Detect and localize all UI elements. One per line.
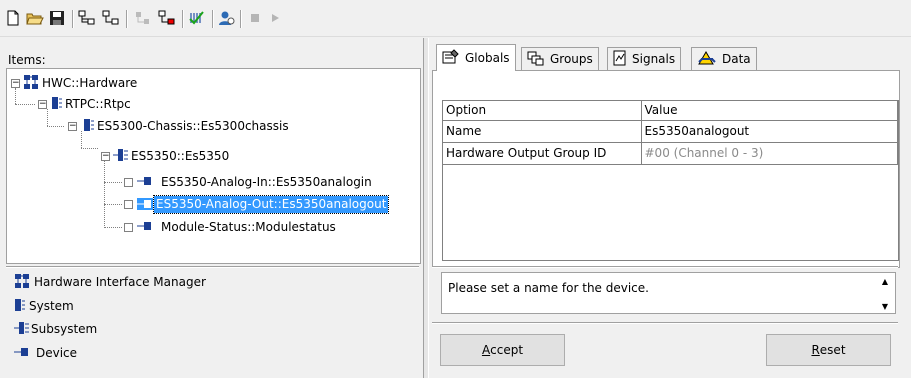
table-row[interactable]: Hardware Output Group ID #00 (Channel 0 … [443,142,898,165]
globals-icon [442,48,460,68]
toolbar [0,0,911,37]
table-row[interactable]: Name Es5350analogout [443,120,898,143]
legend-system: System [14,297,74,315]
new-icon[interactable] [2,8,24,28]
option-name-cell: Name [443,120,642,143]
tree-node-rtpc[interactable]: RTPC::Rtpc [51,95,133,113]
checkbox[interactable] [124,177,133,187]
value-name-cell[interactable]: Es5350analogout [641,120,898,143]
tree-node-module-status[interactable]: Module-Status::Modulestatus [124,218,338,236]
system-icon [14,298,26,315]
system-icon [51,96,63,113]
option-output-group-cell: Hardware Output Group ID [443,142,642,165]
collapse-toggle[interactable]: − [11,79,20,88]
legend-subsystem: Subsystem [14,320,97,338]
column-header-option: Option [443,101,642,121]
subsystem-icon [113,148,129,165]
accept-label: ccept [490,343,524,357]
open-icon[interactable] [24,8,46,28]
disabled-icon[interactable] [132,8,154,28]
data-icon [697,50,717,69]
checkbox[interactable] [124,199,133,209]
tab-groups[interactable]: Groups [521,47,599,70]
value-output-group-cell[interactable]: #00 (Channel 0 - 3) [641,142,898,165]
hardware-interface-manager-icon [14,273,30,292]
checkbox[interactable] [124,222,133,232]
divider [6,266,419,268]
user-icon[interactable] [216,8,238,28]
tab-signals[interactable]: Signals [607,47,682,70]
device-icon [137,198,153,210]
add-child-icon[interactable] [156,8,178,28]
hardware-interface-manager-icon [23,74,39,93]
collapse-toggle[interactable]: − [68,122,77,131]
column-header-value: Value [641,101,898,121]
tab-globals[interactable]: Globals [436,44,516,71]
subsystem-icon [14,321,30,338]
system-icon [83,118,95,135]
tree-node-analog-out[interactable]: ES5350-Analog-Out::Es5350analogout [124,194,390,214]
tree-node-es5350[interactable]: ES5350::Es5350 [113,147,231,165]
tree-node-analog-in[interactable]: ES5350-Analog-In::Es5350analogin [124,173,374,191]
grid-header-row: Option Value [443,101,898,121]
items-tree[interactable]: − HWC::Hardware − RTPC::Rtpc − ES5300-Ch… [6,68,421,264]
device-icon [137,220,153,234]
divider [432,266,898,268]
check-icon[interactable] [186,8,208,28]
scroll-down-icon[interactable]: ▼ [882,302,888,311]
scroll-up-icon[interactable]: ▲ [882,277,888,286]
play-icon[interactable] [264,8,286,28]
accept-mnemonic: A [481,343,491,357]
pane-splitter[interactable] [423,38,429,378]
reset-label: eset [819,343,846,357]
stop-icon[interactable] [244,8,266,28]
device-icon [137,175,153,189]
message-text: Please set a name for the device. [448,281,649,295]
legend-device: Device [14,344,77,362]
options-grid[interactable]: Option Value Name Es5350analogout Hardwa… [442,100,899,261]
accept-button[interactable]: Accept [440,334,565,366]
signals-icon [613,50,627,69]
tree-node-hwc[interactable]: HWC::Hardware [23,74,139,92]
collapse-toggle[interactable]: − [101,152,110,161]
divider [432,322,898,324]
reset-button[interactable]: Reset [766,334,891,366]
groups-icon [527,50,545,69]
add-group-icon[interactable] [76,8,98,28]
collapse-toggle[interactable]: − [38,100,47,109]
message-box: Please set a name for the device. ▲ ▼ [441,272,896,314]
add-sibling-icon[interactable] [100,8,122,28]
save-icon[interactable] [46,8,68,28]
message-scrollbar[interactable]: ▲ ▼ [879,277,891,311]
legend-hardware-interface-manager: Hardware Interface Manager [14,273,206,291]
items-label: Items: [8,53,46,67]
tree-node-es5300-chassis[interactable]: ES5300-Chassis::Es5300chassis [83,117,291,135]
device-icon [14,346,30,360]
reset-mnemonic: R [811,343,820,357]
tab-data[interactable]: Data [691,47,757,70]
